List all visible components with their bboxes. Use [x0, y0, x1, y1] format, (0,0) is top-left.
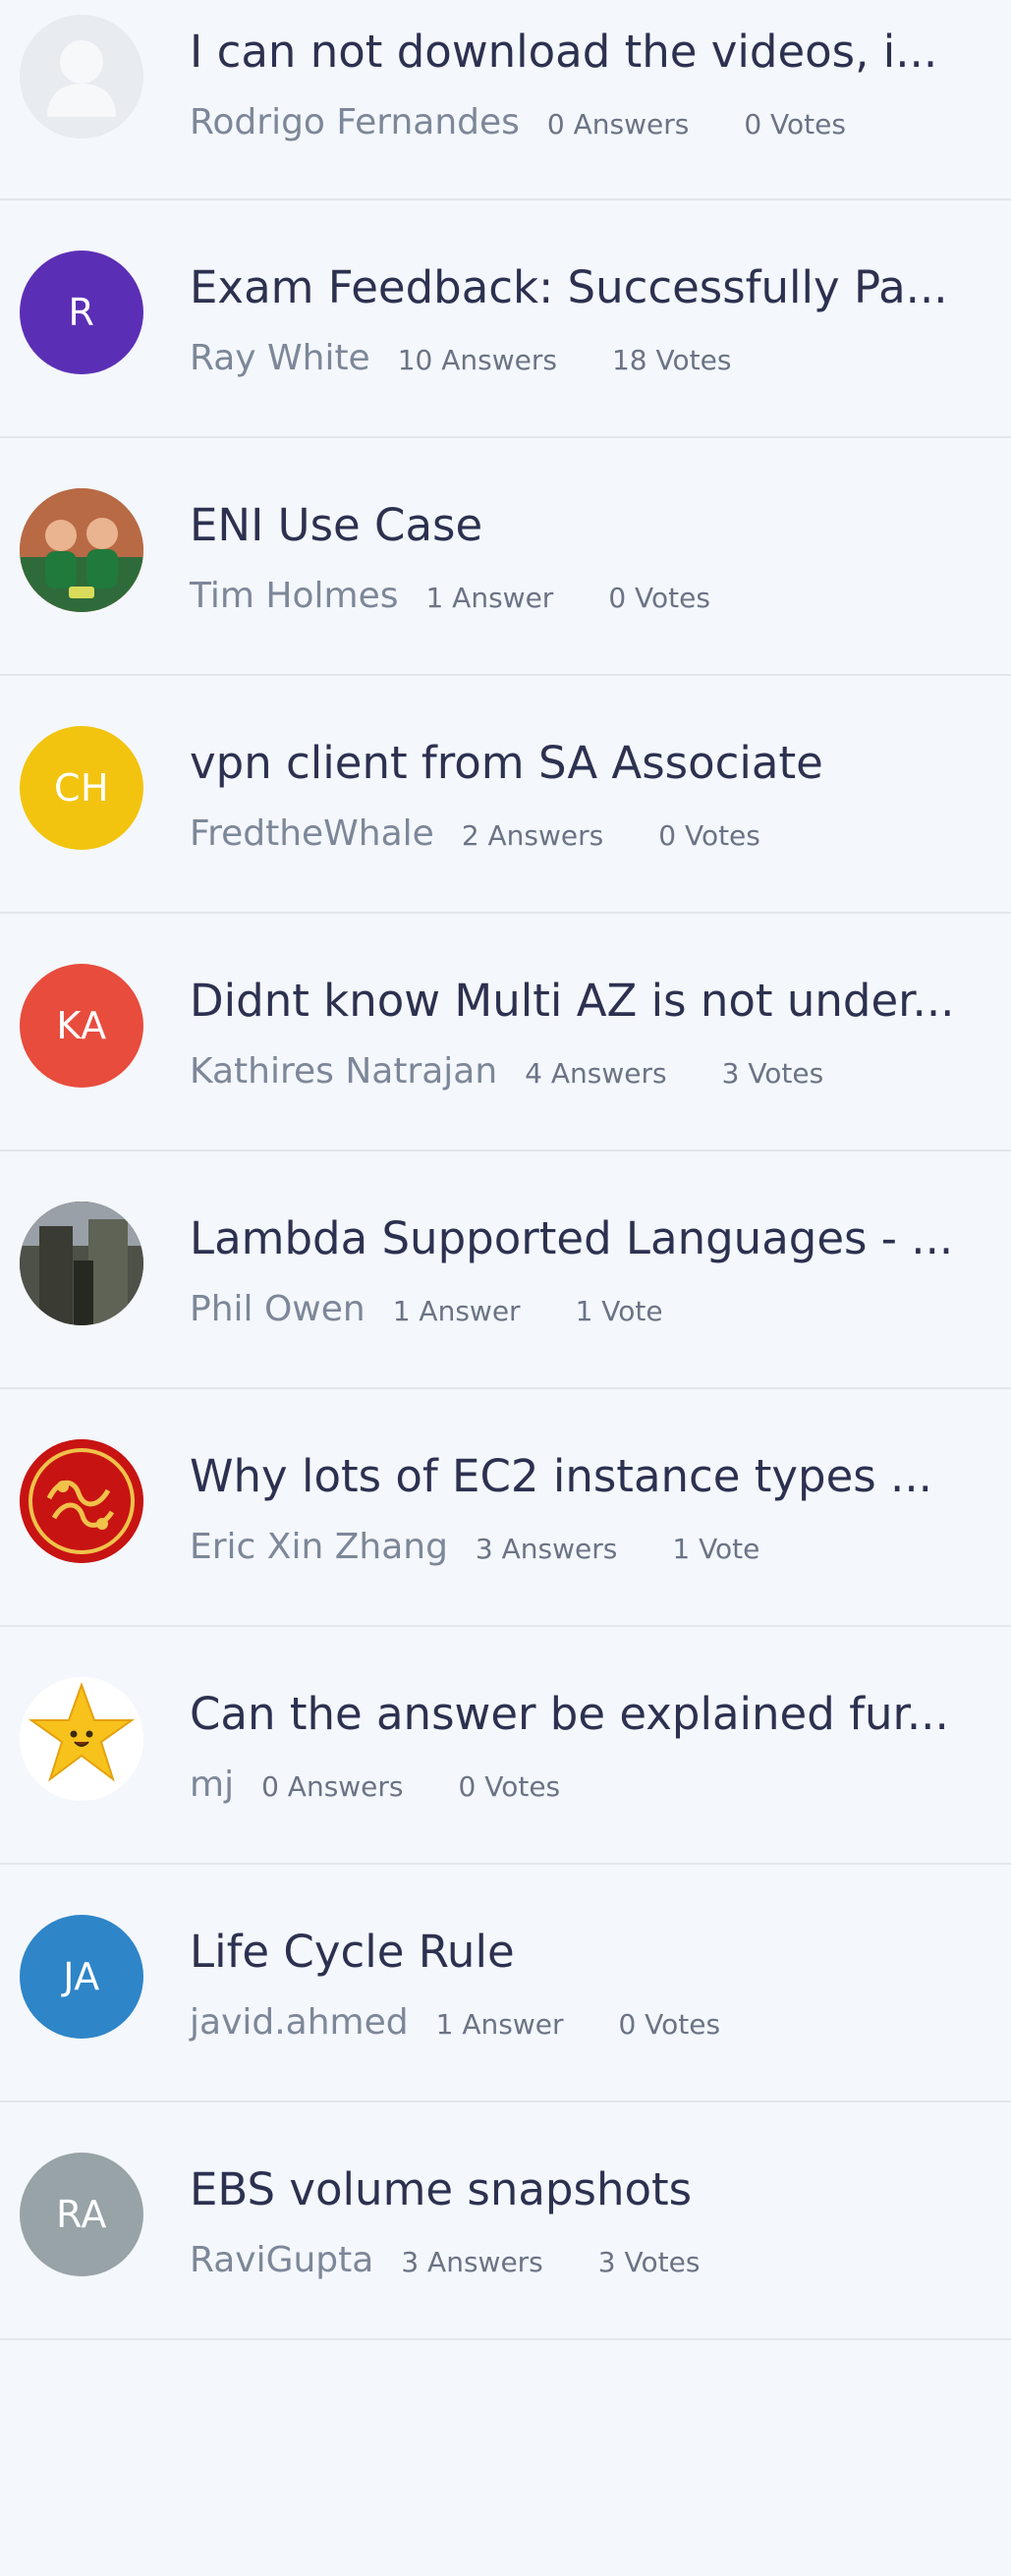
avatar-initials: KA: [56, 1004, 107, 1047]
answer-count: 0 Answers: [261, 1770, 404, 1803]
question-row[interactable]: ENI Use Case Tim Holmes 1 Answer 0 Votes: [0, 438, 1011, 676]
question-list: I can not download the videos, i... Rodr…: [0, 0, 1011, 2340]
answer-count: 4 Answers: [525, 1057, 667, 1090]
author-name[interactable]: Tim Holmes: [190, 576, 398, 616]
question-row[interactable]: JA Life Cycle Rule javid.ahmed 1 Answer …: [0, 1865, 1011, 2102]
star-face-icon: [20, 1677, 143, 1801]
question-title[interactable]: Exam Feedback: Successfully Pa...: [190, 261, 1001, 313]
answer-count: 0 Answers: [546, 108, 690, 140]
question-title[interactable]: EBS volume snapshots: [190, 2163, 1001, 2215]
answer-count: 10 Answers: [397, 344, 557, 376]
vote-count: 18 Votes: [611, 344, 732, 376]
question-title[interactable]: Can the answer be explained fur...: [190, 1688, 1001, 1740]
avatar: JA: [20, 1915, 143, 2039]
user-photo-icon: [20, 488, 143, 612]
avatar: CH: [20, 726, 143, 850]
answer-count: 3 Answers: [475, 1533, 618, 1565]
avatar: KA: [20, 964, 143, 1088]
avatar: RA: [20, 2153, 143, 2276]
answer-count: 3 Answers: [401, 2246, 543, 2278]
avatar: [20, 1439, 143, 1563]
user-placeholder-icon: [20, 15, 143, 139]
author-name[interactable]: Ray White: [190, 338, 370, 378]
question-row[interactable]: RA EBS volume snapshots RaviGupta 3 Answ…: [0, 2102, 1011, 2340]
question-row[interactable]: R Exam Feedback: Successfully Pa... Ray …: [0, 200, 1011, 438]
question-meta: FredtheWhale 2 Answers 0 Votes: [190, 813, 760, 854]
question-title[interactable]: Lambda Supported Languages - ...: [190, 1212, 1001, 1264]
question-row[interactable]: Why lots of EC2 instance types ... Eric …: [0, 1389, 1011, 1627]
avatar: [20, 1202, 143, 1325]
question-meta: Tim Holmes 1 Answer 0 Votes: [190, 576, 710, 616]
author-name[interactable]: Kathires Natrajan: [190, 1051, 497, 1092]
question-row[interactable]: Lambda Supported Languages - ... Phil Ow…: [0, 1151, 1011, 1389]
question-meta: Rodrigo Fernandes 0 Answers 0 Votes: [190, 102, 846, 142]
author-name[interactable]: FredtheWhale: [190, 813, 434, 854]
vote-count: 0 Votes: [608, 582, 710, 614]
answer-count: 1 Answer: [435, 2008, 564, 2041]
answer-count: 1 Answer: [392, 1295, 521, 1327]
author-name[interactable]: RaviGupta: [190, 2240, 373, 2280]
author-name[interactable]: mj: [190, 1764, 234, 1805]
question-title[interactable]: vpn client from SA Associate: [190, 737, 1001, 789]
question-row[interactable]: Can the answer be explained fur... mj 0 …: [0, 1627, 1011, 1865]
author-name[interactable]: javid.ahmed: [190, 2002, 409, 2043]
vote-count: 0 Votes: [658, 819, 760, 852]
avatar: R: [20, 251, 143, 374]
question-row[interactable]: KA Didnt know Multi AZ is not under... K…: [0, 914, 1011, 1151]
question-row[interactable]: I can not download the videos, i... Rodr…: [0, 0, 1011, 200]
vote-count: 1 Vote: [672, 1533, 760, 1565]
vote-count: 0 Votes: [618, 2008, 721, 2041]
avatar-initials: CH: [53, 766, 110, 810]
user-photo-icon: [20, 1202, 143, 1325]
question-meta: Kathires Natrajan 4 Answers 3 Votes: [190, 1051, 823, 1092]
question-meta: javid.ahmed 1 Answer 0 Votes: [190, 2002, 720, 2043]
avatar: [20, 1677, 143, 1801]
pattern-avatar-icon: [20, 1439, 143, 1563]
question-title[interactable]: Why lots of EC2 instance types ...: [190, 1450, 1001, 1502]
avatar-initials: JA: [63, 1955, 100, 1998]
vote-count: 3 Votes: [721, 1057, 824, 1090]
question-meta: RaviGupta 3 Answers 3 Votes: [190, 2240, 700, 2280]
question-title[interactable]: Didnt know Multi AZ is not under...: [190, 975, 1001, 1027]
question-meta: Eric Xin Zhang 3 Answers 1 Vote: [190, 1527, 759, 1567]
avatar-initials: R: [68, 291, 95, 334]
author-name[interactable]: Phil Owen: [190, 1289, 365, 1329]
question-meta: mj 0 Answers 0 Votes: [190, 1764, 560, 1805]
question-meta: Ray White 10 Answers 18 Votes: [190, 338, 731, 378]
author-name[interactable]: Rodrigo Fernandes: [190, 102, 520, 142]
question-row[interactable]: CH vpn client from SA Associate FredtheW…: [0, 676, 1011, 914]
answer-count: 2 Answers: [461, 819, 604, 852]
vote-count: 0 Votes: [458, 1770, 561, 1803]
author-name[interactable]: Eric Xin Zhang: [190, 1527, 448, 1567]
answer-count: 1 Answer: [425, 582, 554, 614]
avatar: [20, 488, 143, 612]
question-title[interactable]: I can not download the videos, i...: [190, 26, 1001, 78]
avatar: [20, 15, 143, 139]
question-meta: Phil Owen 1 Answer 1 Vote: [190, 1289, 663, 1329]
vote-count: 3 Votes: [597, 2246, 701, 2278]
vote-count: 1 Vote: [575, 1295, 663, 1327]
vote-count: 0 Votes: [744, 108, 846, 140]
question-title[interactable]: ENI Use Case: [190, 499, 1001, 551]
avatar-initials: RA: [56, 2193, 107, 2236]
question-title[interactable]: Life Cycle Rule: [190, 1926, 1001, 1978]
